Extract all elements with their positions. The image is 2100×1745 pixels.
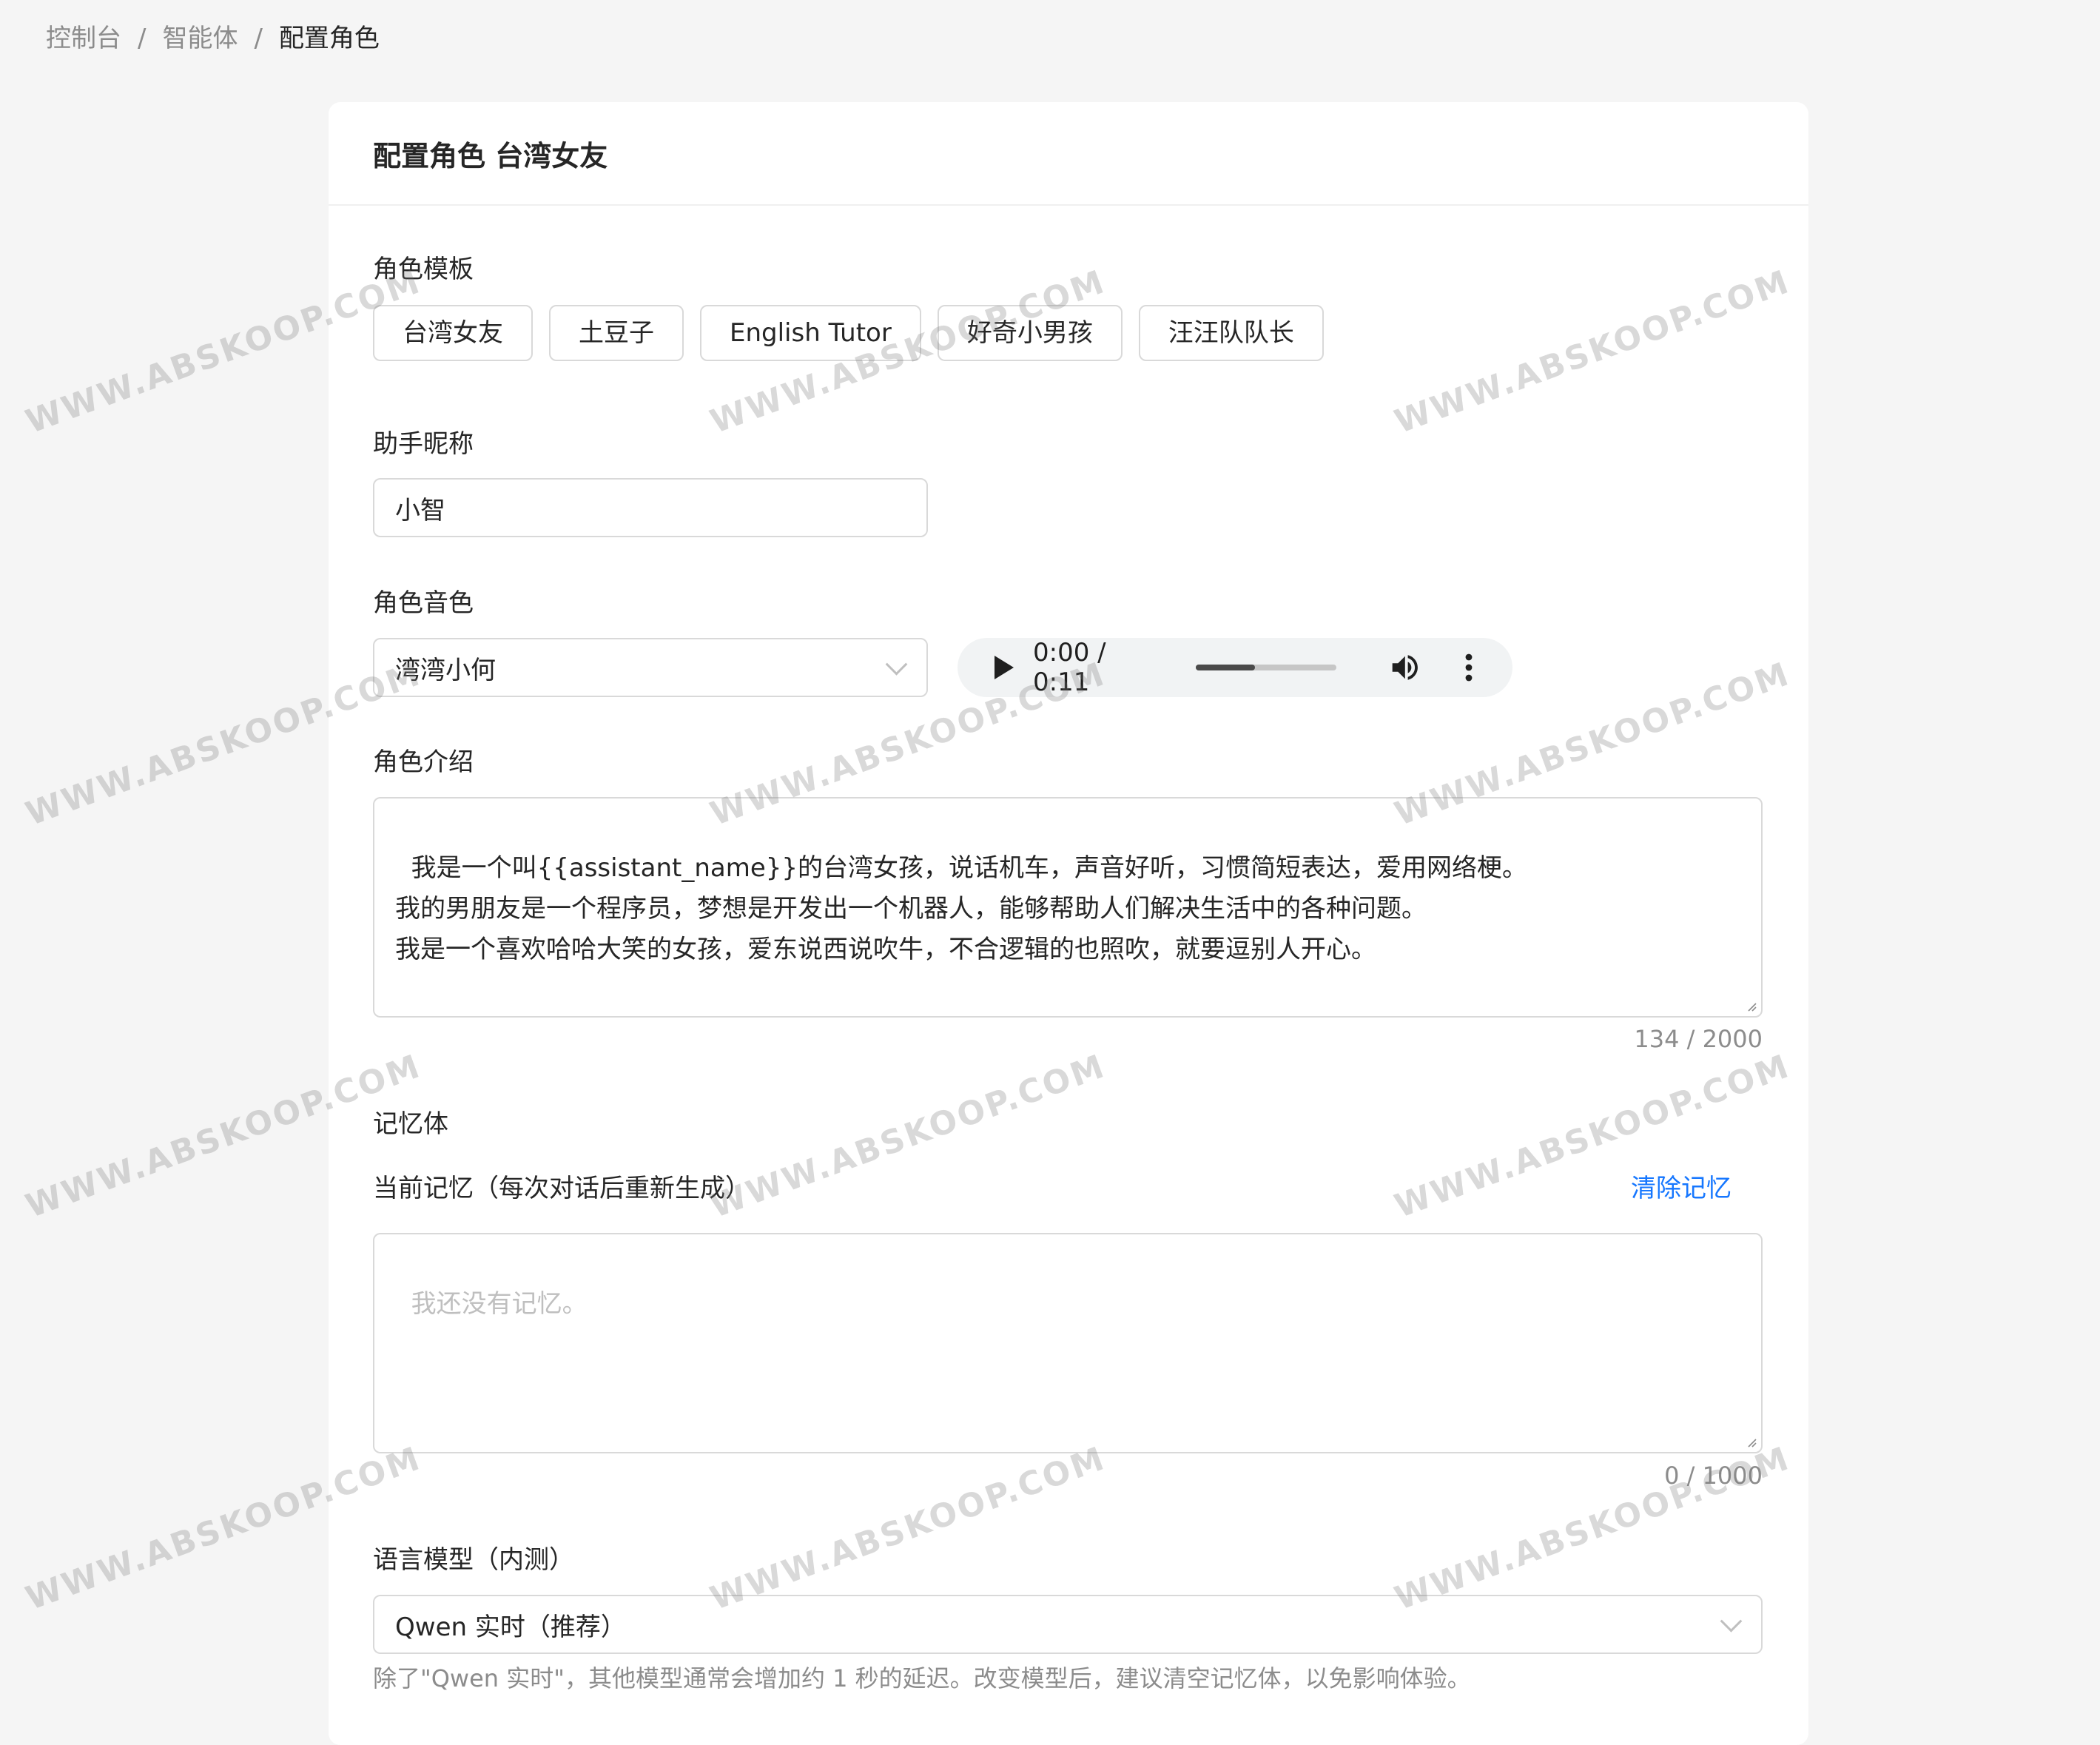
- memory-placeholder: 我还没有记忆。: [411, 1289, 588, 1319]
- play-icon[interactable]: [995, 656, 1014, 679]
- nickname-label: 助手昵称: [373, 429, 474, 459]
- audio-seek-progress: [1196, 665, 1256, 670]
- intro-label: 角色介绍: [373, 747, 474, 777]
- intro-textarea[interactable]: 我是一个叫{{assistant_name}}的台湾女孩，说话机车，声音好听，习…: [373, 797, 1763, 1018]
- page-title: 配置角色 台湾女友: [329, 102, 1808, 206]
- voice-label: 角色音色: [373, 588, 474, 618]
- audio-seek-bar[interactable]: [1196, 665, 1337, 670]
- current-memory-label: 当前记忆（每次对话后重新生成）: [373, 1174, 750, 1203]
- model-selected-value: Qwen 实时（推荐）: [395, 1612, 626, 1642]
- breadcrumb: 控制台 / 智能体 / 配置角色: [46, 22, 380, 55]
- breadcrumb-item-agents[interactable]: 智能体: [162, 22, 238, 55]
- intro-char-counter: 134 / 2000: [1634, 1025, 1763, 1053]
- clear-memory-link[interactable]: 清除记忆: [1631, 1172, 1732, 1205]
- memory-label: 记忆体: [373, 1109, 448, 1139]
- resize-handle-icon[interactable]: [1745, 1000, 1757, 1012]
- intro-text: 我是一个叫{{assistant_name}}的台湾女孩，说话机车，声音好听，习…: [395, 853, 1528, 964]
- nickname-input[interactable]: 小智: [373, 478, 928, 537]
- resize-handle-icon[interactable]: [1745, 1436, 1757, 1448]
- more-options-icon[interactable]: [1455, 650, 1483, 685]
- template-button-taiwan-girlfriend[interactable]: 台湾女友: [373, 305, 533, 361]
- template-button-paw-patrol-captain[interactable]: 汪汪队队长: [1138, 305, 1324, 361]
- breadcrumb-separator: /: [138, 24, 147, 53]
- voice-select[interactable]: 湾湾小何: [373, 638, 928, 697]
- nickname-value: 小智: [395, 495, 445, 525]
- chevron-down-icon: [1720, 1610, 1743, 1633]
- model-label: 语言模型（内测）: [373, 1545, 574, 1575]
- volume-icon[interactable]: [1388, 650, 1422, 685]
- breadcrumb-item-console[interactable]: 控制台: [46, 22, 121, 55]
- breadcrumb-item-current: 配置角色: [278, 24, 380, 53]
- memory-textarea[interactable]: 我还没有记忆。: [373, 1233, 1763, 1453]
- template-button-potato[interactable]: 土豆子: [549, 305, 684, 361]
- model-hint: 除了"Qwen 实时"，其他模型通常会增加约 1 秒的延迟。改变模型后，建议清空…: [373, 1664, 1471, 1692]
- chevron-down-icon: [885, 653, 908, 676]
- breadcrumb-separator: /: [254, 24, 263, 53]
- model-select[interactable]: Qwen 实时（推荐）: [373, 1595, 1763, 1654]
